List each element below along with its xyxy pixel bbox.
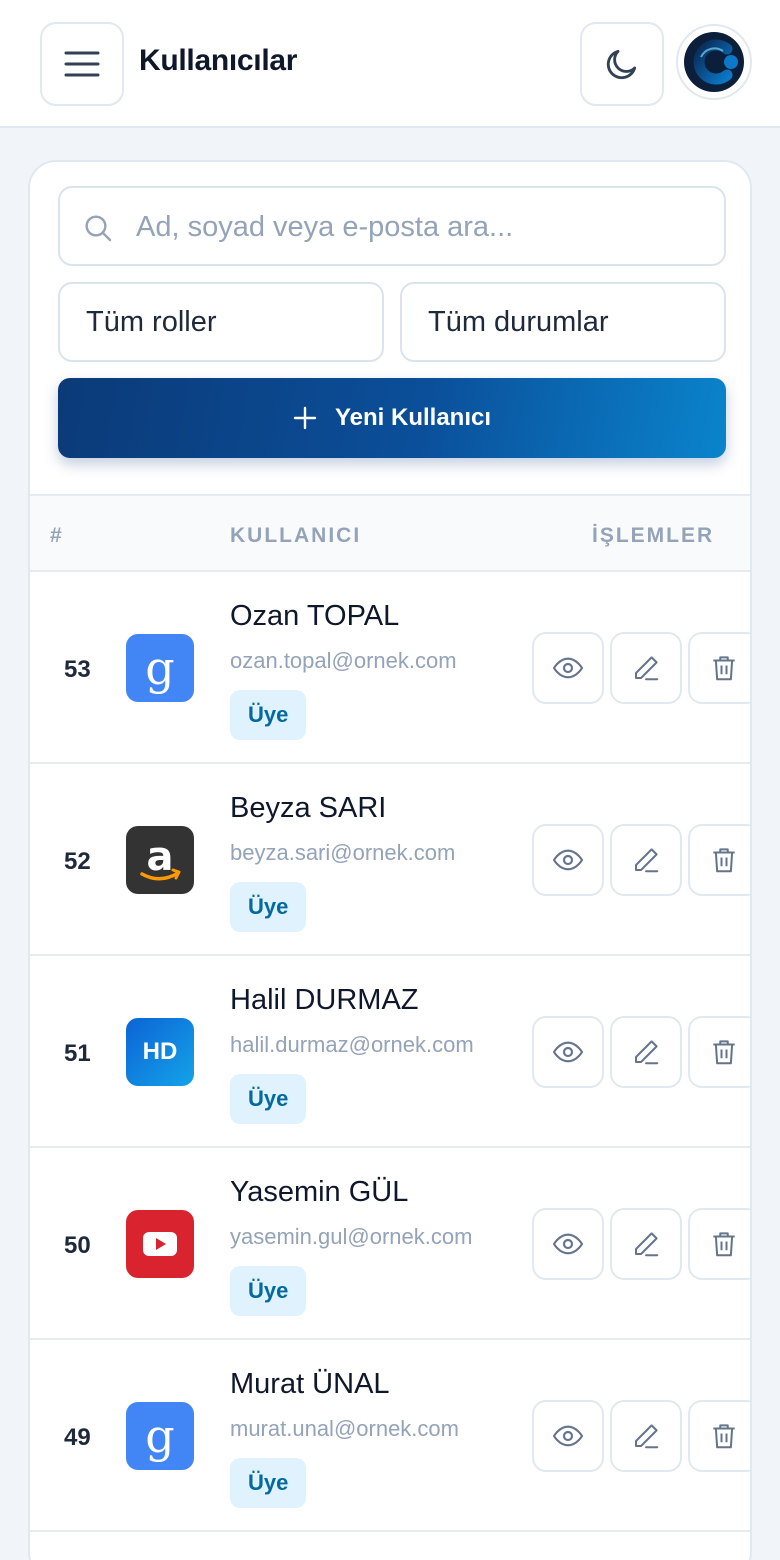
search-box[interactable] bbox=[58, 186, 726, 266]
hamburger-icon bbox=[64, 51, 100, 77]
column-header-actions: İŞLEMLER bbox=[592, 524, 715, 547]
trash-icon bbox=[713, 1424, 735, 1449]
role-filter-select[interactable]: Tüm roller bbox=[58, 282, 384, 362]
status-filter-select[interactable]: Tüm durumlar bbox=[400, 282, 726, 362]
delete-button[interactable] bbox=[688, 1208, 750, 1280]
user-email: ozan.topal@ornek.com bbox=[230, 648, 457, 673]
edit-button[interactable] bbox=[610, 1400, 682, 1472]
user-id: 51 bbox=[64, 1040, 91, 1067]
user-email: murat.unal@ornek.com bbox=[230, 1416, 459, 1441]
role-badge: Üye bbox=[230, 1458, 307, 1508]
edit-button[interactable] bbox=[610, 824, 682, 896]
table-row: 53 g Ozan TOPAL ozan.topal@ornek.com Üye bbox=[30, 572, 750, 764]
plus-icon bbox=[293, 406, 317, 430]
table-row: 52 a Beyza SARI beyza.sari@ornek.com Üye bbox=[30, 764, 750, 956]
user-id: 52 bbox=[64, 848, 91, 875]
amazon-icon: a bbox=[126, 826, 194, 894]
user-id: 49 bbox=[64, 1424, 91, 1451]
brand-logo-icon bbox=[684, 32, 744, 92]
edit-button[interactable] bbox=[610, 1208, 682, 1280]
moon-icon bbox=[606, 49, 637, 80]
google-icon: g bbox=[126, 1402, 194, 1470]
svg-text:g: g bbox=[145, 1409, 174, 1463]
role-badge: Üye bbox=[230, 1074, 307, 1124]
delete-button[interactable] bbox=[688, 1016, 750, 1088]
eye-icon bbox=[552, 1233, 584, 1255]
view-button[interactable] bbox=[532, 1016, 604, 1088]
view-button[interactable] bbox=[532, 632, 604, 704]
user-name: Beyza SARI bbox=[230, 792, 387, 824]
table-header: # KULLANICI İŞLEMLER bbox=[30, 494, 750, 572]
role-badge: Üye bbox=[230, 1266, 307, 1316]
table-row: 50 Yasemin GÜL yasemin.gul@ornek.com Üye bbox=[30, 1148, 750, 1340]
user-name: Murat ÜNAL bbox=[230, 1368, 390, 1400]
role-badge: Üye bbox=[230, 882, 307, 932]
svg-text:a: a bbox=[147, 834, 174, 880]
eye-icon bbox=[552, 849, 584, 871]
user-name: Yasemin GÜL bbox=[230, 1176, 409, 1208]
user-email: beyza.sari@ornek.com bbox=[230, 840, 456, 865]
role-badge: Üye bbox=[230, 690, 307, 740]
eye-icon bbox=[552, 1041, 584, 1063]
trash-icon bbox=[713, 1232, 735, 1257]
view-button[interactable] bbox=[532, 1400, 604, 1472]
page-title: Kullanıcılar bbox=[139, 44, 298, 77]
top-bar: Kullanıcılar bbox=[0, 0, 780, 128]
column-header-number: # bbox=[50, 524, 64, 547]
view-button[interactable] bbox=[532, 824, 604, 896]
pencil-icon bbox=[635, 1040, 659, 1065]
new-user-label: Yeni Kullanıcı bbox=[334, 404, 492, 431]
svg-text:g: g bbox=[145, 641, 174, 695]
youtube-icon bbox=[126, 1210, 194, 1278]
delete-button[interactable] bbox=[688, 632, 750, 704]
eye-icon bbox=[552, 657, 584, 679]
eye-icon bbox=[552, 1425, 584, 1447]
search-icon bbox=[85, 215, 112, 242]
pencil-icon bbox=[635, 1232, 659, 1257]
user-email: halil.durmaz@ornek.com bbox=[230, 1032, 474, 1057]
trash-icon bbox=[713, 848, 735, 873]
user-name: Halil DURMAZ bbox=[230, 984, 419, 1016]
users-card: Tüm roller Tüm durumlar Yeni Kullanıcı #… bbox=[28, 160, 752, 1560]
profile-avatar[interactable] bbox=[676, 24, 752, 100]
user-id: 50 bbox=[64, 1232, 91, 1259]
user-initials-avatar: HD bbox=[126, 1018, 194, 1086]
delete-button[interactable] bbox=[688, 824, 750, 896]
column-header-user: KULLANICI bbox=[230, 524, 362, 547]
trash-icon bbox=[713, 1040, 735, 1065]
theme-toggle-button[interactable] bbox=[580, 22, 664, 106]
user-name: Ozan TOPAL bbox=[230, 600, 400, 632]
table-row: 51 HD Halil DURMAZ halil.durmaz@ornek.co… bbox=[30, 956, 750, 1148]
pencil-icon bbox=[635, 1424, 659, 1449]
view-button[interactable] bbox=[532, 1208, 604, 1280]
user-email: yasemin.gul@ornek.com bbox=[230, 1224, 473, 1249]
pencil-icon bbox=[635, 848, 659, 873]
user-id: 53 bbox=[64, 656, 91, 683]
edit-button[interactable] bbox=[610, 632, 682, 704]
google-icon: g bbox=[126, 634, 194, 702]
trash-icon bbox=[713, 656, 735, 681]
search-input[interactable] bbox=[136, 202, 706, 252]
menu-button[interactable] bbox=[40, 22, 124, 106]
delete-button[interactable] bbox=[688, 1400, 750, 1472]
pencil-icon bbox=[635, 656, 659, 681]
new-user-button[interactable]: Yeni Kullanıcı bbox=[58, 378, 726, 458]
table-row: 49 g Murat ÜNAL murat.unal@ornek.com Üye bbox=[30, 1340, 750, 1532]
edit-button[interactable] bbox=[610, 1016, 682, 1088]
